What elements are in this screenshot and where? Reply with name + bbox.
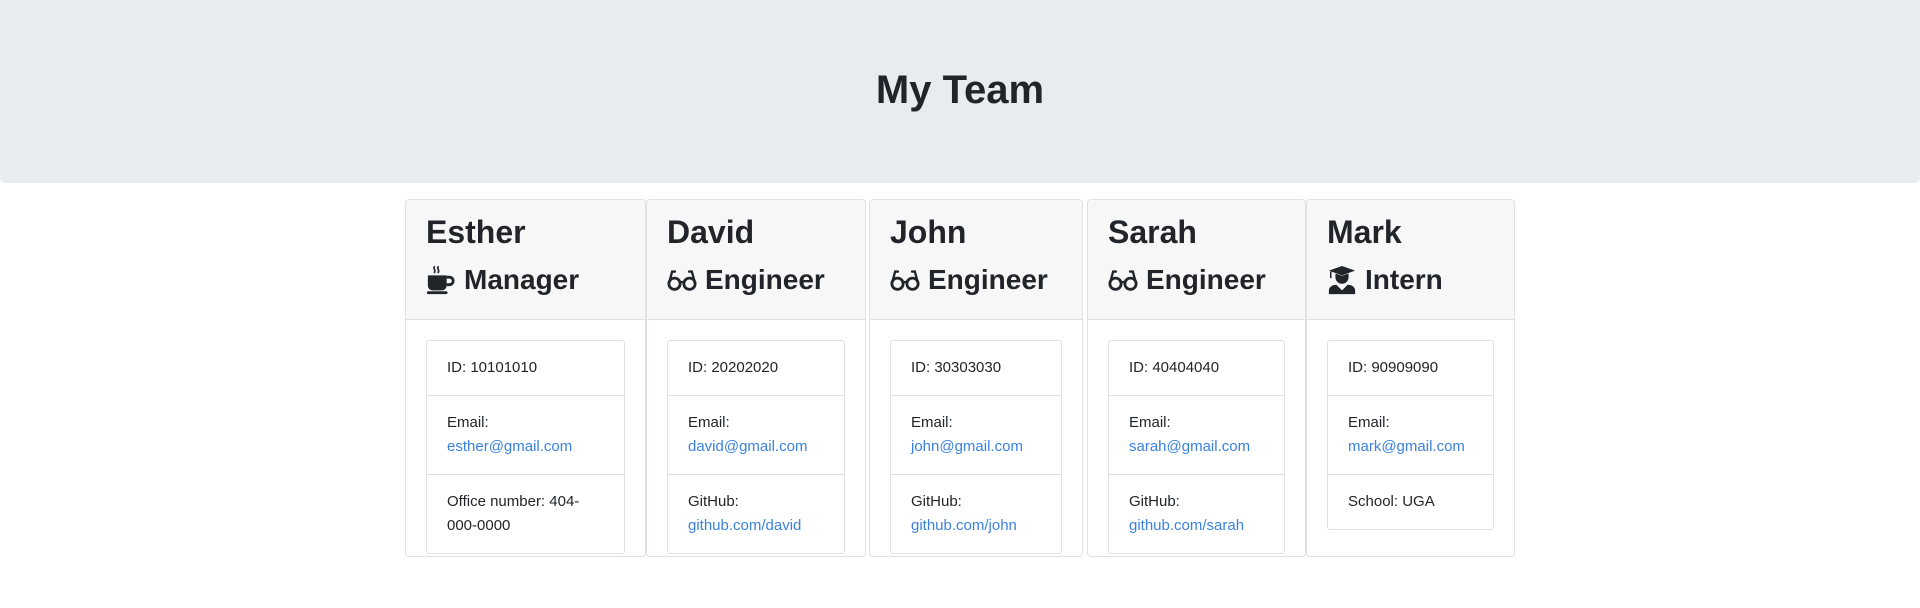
employee-card-mark: Mark Intern ID: 90909090 Email: mark@gma… [1306,199,1515,557]
employee-email-row: Email: david@gmail.com [668,396,844,475]
glasses-icon [667,265,697,295]
employee-id: ID: 90909090 [1328,341,1493,396]
employee-email-row: Email: esther@gmail.com [427,396,624,475]
employee-email-row: Email: john@gmail.com [891,396,1061,475]
employee-card-esther: Esther Manager ID: 10101010 Email: esthe… [405,199,646,557]
github-link[interactable]: github.com/david [688,514,824,538]
github-label: GitHub: [911,493,962,510]
employee-email-row: Email: sarah@gmail.com [1109,396,1284,475]
email-label: Email: [1348,414,1390,431]
office-number: Office number: 404-000-0000 [447,493,580,534]
email-label: Email: [447,414,489,431]
role-label: Intern [1365,264,1443,295]
page-title: My Team [875,68,1045,112]
employee-role: Engineer [667,261,825,299]
github-link[interactable]: github.com/sarah [1129,514,1264,538]
employee-details: ID: 90909090 Email: mark@gmail.com Schoo… [1327,340,1494,530]
github-label: GitHub: [1129,493,1180,510]
employee-role: Engineer [890,261,1048,299]
card-header: David Engineer [647,200,865,320]
email-link[interactable]: sarah@gmail.com [1129,435,1264,459]
card-header: Esther Manager [406,200,645,320]
email-link[interactable]: david@gmail.com [688,435,824,459]
role-label: Engineer [928,264,1048,295]
employee-details: ID: 30303030 Email: john@gmail.com GitHu… [890,340,1062,554]
employee-name: Mark [1327,214,1402,250]
employee-card-david: David Engineer ID: 20202020 Email: david… [646,199,866,557]
school: School: UGA [1348,493,1435,510]
email-link[interactable]: mark@gmail.com [1348,435,1473,459]
employee-details: ID: 10101010 Email: esther@gmail.com Off… [426,340,625,554]
card-header: John Engineer [870,200,1082,320]
employee-role: Intern [1327,261,1443,299]
graduate-icon [1327,265,1357,295]
github-row: GitHub: github.com/david [668,475,844,553]
email-label: Email: [911,414,953,431]
employee-name: Sarah [1108,214,1197,250]
employee-name: John [890,214,967,250]
employee-name: David [667,214,755,250]
employee-id: ID: 30303030 [891,341,1061,396]
role-label: Manager [464,264,580,295]
github-row: GitHub: github.com/sarah [1109,475,1284,553]
card-header: Mark Intern [1307,200,1514,320]
employee-id: ID: 20202020 [668,341,844,396]
employee-details: ID: 40404040 Email: sarah@gmail.com GitH… [1108,340,1285,554]
email-link[interactable]: john@gmail.com [911,435,1041,459]
coffee-mug-icon [426,265,456,295]
employee-role: Engineer [1108,261,1266,299]
employee-name: Esther [426,214,526,250]
header-banner: My Team [0,0,1920,183]
employee-card-john: John Engineer ID: 30303030 Email: john@g… [869,199,1083,557]
employee-details: ID: 20202020 Email: david@gmail.com GitH… [667,340,845,554]
role-label: Engineer [1146,264,1266,295]
email-label: Email: [1129,414,1171,431]
email-label: Email: [688,414,730,431]
github-link[interactable]: github.com/john [911,514,1041,538]
employee-role: Manager [426,261,579,299]
employee-id: ID: 40404040 [1109,341,1284,396]
glasses-icon [890,265,920,295]
email-link[interactable]: esther@gmail.com [447,435,604,459]
github-row: GitHub: github.com/john [891,475,1061,553]
employee-id: ID: 10101010 [427,341,624,396]
glasses-icon [1108,265,1138,295]
employee-email-row: Email: mark@gmail.com [1328,396,1493,475]
employee-card-sarah: Sarah Engineer ID: 40404040 Email: sarah… [1087,199,1306,557]
github-label: GitHub: [688,493,739,510]
role-label: Engineer [705,264,825,295]
card-header: Sarah Engineer [1088,200,1305,320]
